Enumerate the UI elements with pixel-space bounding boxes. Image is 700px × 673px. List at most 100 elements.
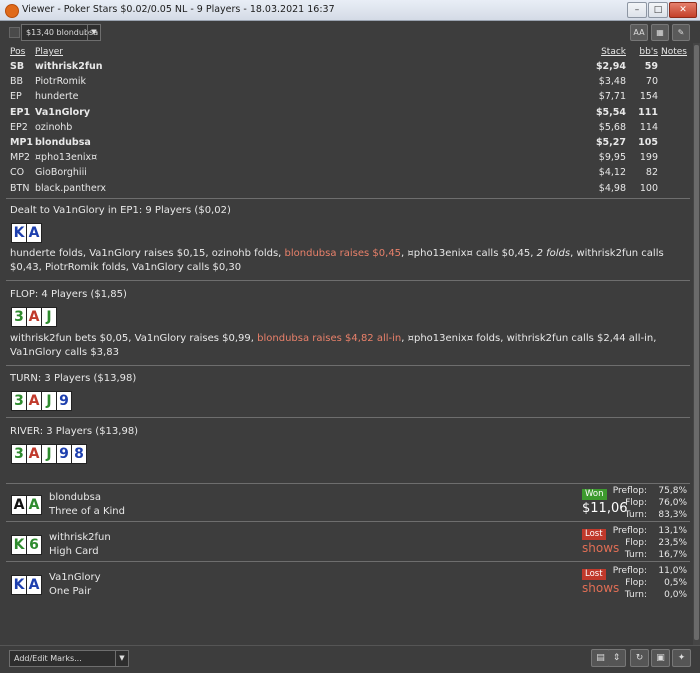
table-row[interactable]: SB withrisk2fun $2,94 59 xyxy=(0,59,693,74)
header-notes[interactable]: Notes xyxy=(661,47,687,57)
result-hand: High Card xyxy=(49,546,99,557)
playing-card: 8 xyxy=(71,444,87,464)
equity-label: Turn: xyxy=(624,590,647,600)
equity-label: Preflop: xyxy=(612,486,647,496)
grid-button[interactable]: ▦ xyxy=(651,24,669,41)
table-row[interactable]: CO GioBorghiii $4,12 82 xyxy=(0,165,693,180)
table-row[interactable]: MP2 ¤pho13enix¤ $9,95 199 xyxy=(0,150,693,165)
player-position: EP2 xyxy=(10,121,28,133)
header-stack[interactable]: Stack xyxy=(601,47,626,57)
action-text: hunderte folds, Va1nGlory raises $0,15, … xyxy=(10,248,285,259)
player-stack: $5,68 xyxy=(598,121,626,133)
player-stack: $5,54 xyxy=(595,106,626,118)
table-row[interactable]: MP1 blondubsa $5,27 105 xyxy=(0,135,693,150)
twitter-button[interactable]: ✦ xyxy=(672,649,691,667)
turn-heading: TURN: 3 Players ($13,98) xyxy=(10,373,137,384)
header-bbs[interactable]: bb's xyxy=(639,47,658,57)
toolbar: $13,40 blondubsa ▼ AA ▦ ✎ xyxy=(0,21,700,43)
equity-value: 13,1% xyxy=(658,526,687,536)
equity-label: Turn: xyxy=(624,550,647,560)
playing-card: 9 xyxy=(56,391,72,411)
table-row[interactable]: EP hunderte $7,71 154 xyxy=(0,89,693,104)
font-size-button[interactable]: AA xyxy=(630,24,648,41)
river-heading: RIVER: 3 Players ($13,98) xyxy=(10,426,139,437)
player-bbs: 114 xyxy=(639,121,658,133)
vertical-scrollbar[interactable] xyxy=(693,43,700,645)
app-icon xyxy=(5,4,19,18)
player-stack: $4,98 xyxy=(598,182,626,194)
scrollbar-thumb[interactable] xyxy=(694,45,699,640)
status-bar: Add/Edit Marks... ▼ ▤ ⇕ ↻ ▣ ✦ xyxy=(0,645,700,673)
playing-card: K xyxy=(11,223,27,243)
playing-card: 6 xyxy=(26,535,42,555)
player-stack: $4,12 xyxy=(598,167,626,179)
chevron-down-icon[interactable]: ▼ xyxy=(115,651,128,666)
divider xyxy=(6,365,690,366)
playing-card: J xyxy=(41,391,57,411)
player-name: ¤pho13enix¤ xyxy=(35,152,98,164)
action-text: 2 folds xyxy=(536,248,571,259)
playing-card: J xyxy=(41,307,57,327)
player-bbs: 59 xyxy=(644,61,658,72)
marks-select-value: Add/Edit Marks... xyxy=(14,654,82,663)
minimize-button[interactable]: – xyxy=(627,2,647,18)
preflop-actions: hunderte folds, Va1nGlory raises $0,15, … xyxy=(10,247,686,275)
toolbar-checkbox[interactable] xyxy=(9,27,20,38)
equity-label: Preflop: xyxy=(612,526,647,536)
player-position: MP2 xyxy=(10,152,30,164)
player-bbs: 70 xyxy=(645,76,658,88)
divider xyxy=(6,198,690,199)
equity-label: Flop: xyxy=(625,538,647,548)
playing-card: A xyxy=(26,391,42,411)
preflop-heading: Dealt to Va1nGlory in EP1: 9 Players ($0… xyxy=(10,205,231,216)
player-position: MP1 xyxy=(10,137,34,148)
result-player-name: blondubsa xyxy=(49,492,101,503)
header-player[interactable]: Player xyxy=(35,47,63,57)
close-button[interactable]: ✕ xyxy=(669,2,697,18)
flop-actions: withrisk2fun bets $0,05, Va1nGlory raise… xyxy=(10,332,686,360)
action-text: withrisk2fun bets $0,05, Va1nGlory raise… xyxy=(10,333,258,344)
player-bbs: 199 xyxy=(639,152,658,164)
equity-label: Preflop: xyxy=(612,566,647,576)
equity-label: Flop: xyxy=(625,578,647,588)
player-position: EP xyxy=(10,91,22,103)
player-name: Va1nGlory xyxy=(35,106,91,118)
table-row[interactable]: EP2 ozinohb $5,68 114 xyxy=(0,120,693,135)
player-position: EP1 xyxy=(10,106,31,118)
equity-value: 0,5% xyxy=(664,578,687,588)
player-name: blondubsa xyxy=(35,137,91,148)
playing-card: A xyxy=(26,495,42,515)
playing-card: 3 xyxy=(11,391,27,411)
result-hand: Three of a Kind xyxy=(49,506,125,517)
player-name: PiotrRomik xyxy=(35,76,86,88)
chevron-down-icon[interactable]: ▼ xyxy=(87,25,100,40)
player-name: hunderte xyxy=(35,91,79,103)
playing-card: K xyxy=(11,575,27,595)
playing-card: 3 xyxy=(11,444,27,464)
table-row[interactable]: BTN black.pantherx $4,98 100 xyxy=(0,181,693,196)
player-bbs: 105 xyxy=(638,137,658,148)
equity-label: Turn: xyxy=(624,510,647,520)
playing-card: A xyxy=(26,307,42,327)
divider xyxy=(6,483,690,484)
maximize-button[interactable]: □ xyxy=(648,2,668,18)
player-select[interactable]: $13,40 blondubsa ▼ xyxy=(21,24,101,41)
refresh-button[interactable]: ↻ xyxy=(630,649,649,667)
table-row[interactable]: BB PiotrRomik $3,48 70 xyxy=(0,74,693,89)
result-hand: One Pair xyxy=(49,586,92,597)
table-row[interactable]: EP1 Va1nGlory $5,54 111 xyxy=(0,105,693,120)
edit-button[interactable]: ✎ xyxy=(672,24,690,41)
divider xyxy=(6,280,690,281)
save-button[interactable]: ▣ xyxy=(651,649,670,667)
player-stack: $9,95 xyxy=(598,152,626,164)
header-pos[interactable]: Pos xyxy=(10,47,25,57)
up-down-icon[interactable]: ⇕ xyxy=(608,649,626,667)
playing-card: A xyxy=(26,575,42,595)
player-bbs: 82 xyxy=(645,167,658,179)
player-name: ozinohb xyxy=(35,121,73,133)
action-text: blondubsa raises $0,45 xyxy=(284,248,402,259)
title-bar: Viewer - Poker Stars $0.02/0.05 NL - 9 P… xyxy=(0,0,700,21)
equity-value: 83,3% xyxy=(658,510,687,520)
window-title: Viewer - Poker Stars $0.02/0.05 NL - 9 P… xyxy=(22,4,335,15)
marks-select[interactable]: Add/Edit Marks... ▼ xyxy=(9,650,129,667)
